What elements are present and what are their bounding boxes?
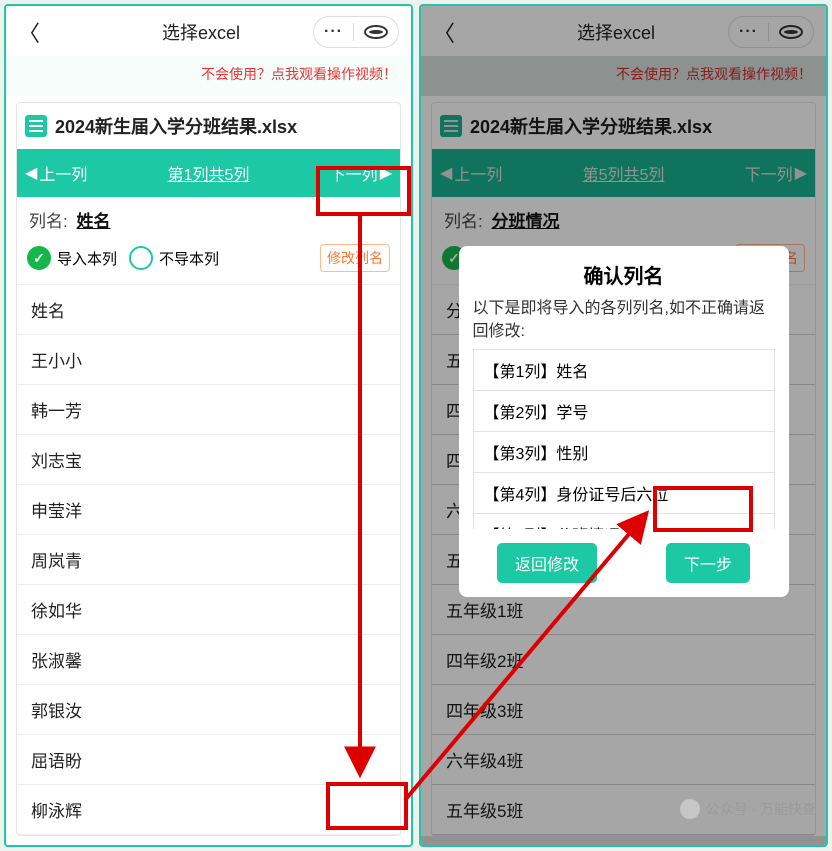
close-target-icon[interactable]	[364, 25, 388, 39]
column-nav: ◀上一列 第1列共5列 下一列▶	[17, 149, 400, 197]
modal-column-list: 【第1列】姓名【第2列】学号【第3列】性别【第4列】身份证号后六位【第5列】分班…	[473, 349, 775, 529]
confirm-columns-modal: 确认列名 以下是即将导入的各列列名,如不正确请返回修改: 【第1列】姓名【第2列…	[459, 246, 789, 597]
left-screen: 〈 选择excel ··· 不会使用？点我观看操作视频！ 2024新生届入学分班…	[4, 4, 413, 847]
file-card: 2024新生届入学分班结果.xlsx ◀上一列 第1列共5列 下一列▶ 列名: …	[16, 102, 401, 836]
column-name-row: 列名: 姓名	[17, 197, 400, 238]
modal-column-item: 【第4列】身份证号后六位	[474, 473, 774, 514]
import-options: 导入本列 不导本列 修改列名	[17, 238, 400, 285]
header: 〈 选择excel ···	[6, 6, 411, 56]
radio-skip[interactable]: 不导本列	[129, 246, 219, 270]
wechat-icon	[680, 799, 700, 819]
list-item: 韩一芳	[17, 385, 400, 435]
more-icon[interactable]: ···	[314, 23, 353, 41]
excel-file-icon	[25, 115, 47, 137]
prev-column-button[interactable]: ◀上一列	[25, 161, 87, 185]
modal-back-button[interactable]: 返回修改	[497, 543, 597, 583]
modal-column-item: 【第1列】姓名	[474, 350, 774, 391]
mini-program-capsule[interactable]: ···	[313, 16, 399, 48]
list-item: 郭银汝	[17, 685, 400, 735]
data-preview-list: 姓名王小小韩一芳刘志宝申莹洋周岚青徐如华张淑馨郭银汝屈语盼柳泳辉	[17, 285, 400, 835]
help-link[interactable]: 不会使用？点我观看操作视频！	[6, 56, 411, 96]
page-title: 选择excel	[162, 19, 240, 45]
file-name-row: 2024新生届入学分班结果.xlsx	[17, 103, 400, 149]
next-column-button[interactable]: 下一列▶	[330, 161, 392, 185]
list-item: 刘志宝	[17, 435, 400, 485]
selection-summary: 已选5列 总共5列 查看已选列 >	[6, 836, 411, 847]
right-screen: 〈 选择excel ··· 不会使用？点我观看操作视频！ 2024新生届入学分班…	[419, 4, 828, 847]
modify-column-name-button[interactable]: 修改列名	[320, 244, 390, 272]
list-item: 申莹洋	[17, 485, 400, 535]
modal-column-item: 【第5列】分班情况	[474, 514, 774, 529]
list-item: 姓名	[17, 285, 400, 335]
list-item: 徐如华	[17, 585, 400, 635]
list-item: 张淑馨	[17, 635, 400, 685]
list-item: 屈语盼	[17, 735, 400, 785]
column-name-value: 姓名	[76, 212, 110, 231]
list-item: 王小小	[17, 335, 400, 385]
modal-next-button[interactable]: 下一步	[666, 543, 750, 583]
back-icon[interactable]: 〈	[18, 21, 40, 46]
list-item: 柳泳辉	[17, 785, 400, 835]
modal-title: 确认列名	[473, 260, 775, 289]
radio-import[interactable]: 导入本列	[27, 246, 117, 270]
watermark: 公众号 · 万能快查	[680, 799, 816, 819]
column-indicator[interactable]: 第1列共5列	[168, 161, 250, 185]
modal-column-item: 【第3列】性别	[474, 432, 774, 473]
modal-column-item: 【第2列】学号	[474, 391, 774, 432]
list-item: 周岚青	[17, 535, 400, 585]
modal-hint: 以下是即将导入的各列列名,如不正确请返回修改:	[473, 297, 775, 343]
